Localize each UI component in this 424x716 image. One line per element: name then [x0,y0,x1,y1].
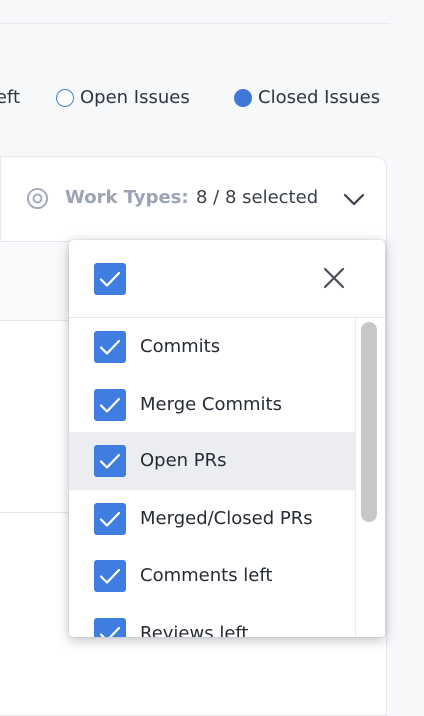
legend-open-issues-label[interactable]: Open Issues [80,83,190,113]
work-types-dropdown: Commits Merge Commits Open PRs Merged/Cl… [69,240,385,637]
chevron-down-icon[interactable] [342,187,366,211]
list-item-comments-left[interactable]: Comments left [69,547,355,605]
panel-column-divider [0,157,1,241]
commits-checkbox[interactable] [94,331,126,363]
list-item-label: Comments left [140,565,273,586]
checkbox-checked-icon [94,560,126,592]
chart-legend: eft Open Issues Closed Issues [0,83,424,113]
checkbox-checked-icon [94,263,126,295]
list-item-label: Open PRs [140,450,227,471]
list-item-label: Merged/Closed PRs [140,508,313,529]
checkbox-checked-icon [94,389,126,421]
select-all-checkbox[interactable] [94,263,126,295]
list-item-label: Reviews left [140,623,249,637]
reviews-left-checkbox[interactable] [94,618,126,637]
open-issues-dot-icon[interactable] [56,89,74,107]
filter-circle-icon [26,187,49,210]
list-item-label: Commits [140,336,221,357]
work-types-list[interactable]: Commits Merge Commits Open PRs Merged/Cl… [69,318,355,637]
checkbox-checked-icon [94,445,126,477]
list-item-label: Merge Commits [140,394,282,415]
list-item-merged-closed-prs[interactable]: Merged/Closed PRs [69,490,355,548]
comments-left-checkbox[interactable] [94,560,126,592]
open-prs-checkbox[interactable] [94,445,126,477]
close-icon[interactable] [320,264,348,292]
merge-commits-checkbox[interactable] [94,389,126,421]
legend-closed-issues-label[interactable]: Closed Issues [258,83,380,113]
top-divider [0,23,390,24]
work-types-selected-count: 8 / 8 selected [196,187,319,208]
closed-issues-dot-icon[interactable] [234,89,252,107]
work-types-filter[interactable]: Work Types: 8 / 8 selected [26,181,376,215]
list-item-open-prs[interactable]: Open PRs [69,432,355,490]
merged-closed-prs-checkbox[interactable] [94,503,126,535]
list-item-merge-commits[interactable]: Merge Commits [69,376,355,434]
list-item-commits[interactable]: Commits [69,318,355,376]
checkbox-checked-icon [94,331,126,363]
work-types-label: Work Types: [65,187,189,208]
checkbox-checked-icon [94,503,126,535]
list-item-reviews-left[interactable]: Reviews left [69,605,355,637]
checkbox-checked-icon [94,618,126,637]
dropdown-scrollbar-thumb[interactable] [361,322,377,522]
legend-item-partial-label: eft [0,87,20,108]
dropdown-header [69,240,385,318]
